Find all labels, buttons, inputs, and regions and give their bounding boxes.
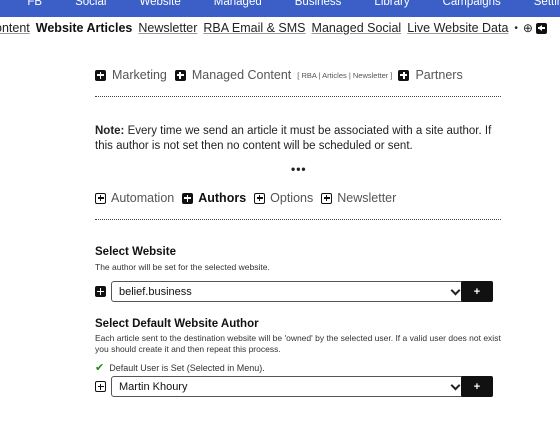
newsletter-expand-icon[interactable] (321, 192, 333, 204)
sub-nav-managed-social[interactable]: Managed Social (312, 21, 402, 35)
author-expand-icon[interactable] (95, 381, 106, 392)
tab-managed-content[interactable]: Managed Content (192, 68, 291, 82)
select-website-desc: The author will be set for the selected … (95, 262, 270, 272)
managed-content-sub-links[interactable]: [ RBA | Articles | Newsletter ] (297, 71, 392, 80)
tab-authors[interactable]: Authors (198, 191, 246, 205)
tab-automation[interactable]: Automation (111, 191, 174, 205)
automation-expand-icon[interactable] (95, 192, 106, 204)
section-tabs: Marketing Managed Content [ RBA | Articl… (95, 68, 463, 82)
website-select[interactable]: belief.business (111, 281, 467, 302)
top-nav: gFBSocialWebsiteManagedBusinessLibraryCa… (0, 0, 560, 8)
author-select[interactable]: Martin Khoury (111, 376, 467, 397)
marketing-plus-icon[interactable] (95, 69, 106, 81)
top-nav-item[interactable]: FB (27, 0, 42, 8)
check-icon: ✔ (95, 362, 105, 374)
note-text: Every time we send an article it must be… (95, 125, 492, 152)
more-ellipsis[interactable]: ••• (291, 162, 307, 176)
top-nav-bar: gFBSocialWebsiteManagedBusinessLibraryCa… (0, 0, 560, 17)
select-website-title: Select Website (95, 246, 176, 258)
sub-nav-rba-email[interactable]: RBA Email & SMS (203, 21, 305, 35)
sub-nav: Content Website Articles Newsletter RBA … (0, 21, 547, 35)
top-nav-item[interactable]: Campaigns (443, 0, 501, 8)
article-tabs: Automation Authors Options Newsletter (95, 191, 404, 205)
default-author-title: Select Default Website Author (95, 318, 259, 330)
sub-nav-content[interactable]: Content (0, 21, 30, 35)
top-nav-item[interactable]: Website (139, 0, 180, 8)
divider (95, 219, 501, 220)
default-user-status: ✔ Default User is Set (Selected in Menu)… (95, 361, 265, 374)
sub-nav-newsletter[interactable]: Newsletter (138, 21, 197, 35)
top-nav-item[interactable]: Social (75, 0, 106, 8)
sub-nav-bullet: • (514, 22, 518, 34)
managed-content-plus-icon[interactable] (174, 69, 186, 81)
add-author-button[interactable]: + (461, 376, 493, 397)
authors-expand-icon[interactable] (182, 192, 194, 204)
top-nav-item[interactable]: Library (374, 0, 409, 8)
chevron-down-icon (450, 380, 461, 391)
tab-partners[interactable]: Partners (415, 68, 462, 82)
tab-marketing[interactable]: Marketing (112, 68, 167, 82)
partners-plus-icon[interactable] (398, 69, 410, 81)
default-author-desc: Each article sent to the destination web… (95, 333, 501, 354)
add-website-button[interactable]: + (461, 281, 493, 302)
website-select-value: belief.business (119, 285, 192, 298)
default-user-status-text: Default User is Set (Selected in Menu). (109, 362, 265, 373)
top-nav-item[interactable]: Settings (534, 0, 560, 8)
author-note: Note: Every time we send an article it m… (95, 124, 507, 154)
sub-nav-live-data[interactable]: Live Website Data (407, 21, 508, 35)
divider (95, 96, 501, 97)
website-add-icon[interactable] (95, 286, 106, 297)
options-expand-icon[interactable] (254, 192, 266, 204)
tab-newsletter[interactable]: Newsletter (337, 191, 396, 205)
author-select-value: Martin Khoury (119, 380, 188, 393)
top-nav-item[interactable]: Business (295, 0, 342, 8)
globe-icon[interactable]: ⊕ (523, 21, 533, 35)
sub-nav-website-articles[interactable]: Website Articles (36, 21, 133, 35)
note-label: Note: (95, 125, 125, 137)
chevron-down-icon (450, 285, 461, 296)
top-nav-item[interactable]: Managed (214, 0, 262, 8)
tab-options[interactable]: Options (270, 191, 313, 205)
back-arrow-icon[interactable] (535, 22, 547, 34)
